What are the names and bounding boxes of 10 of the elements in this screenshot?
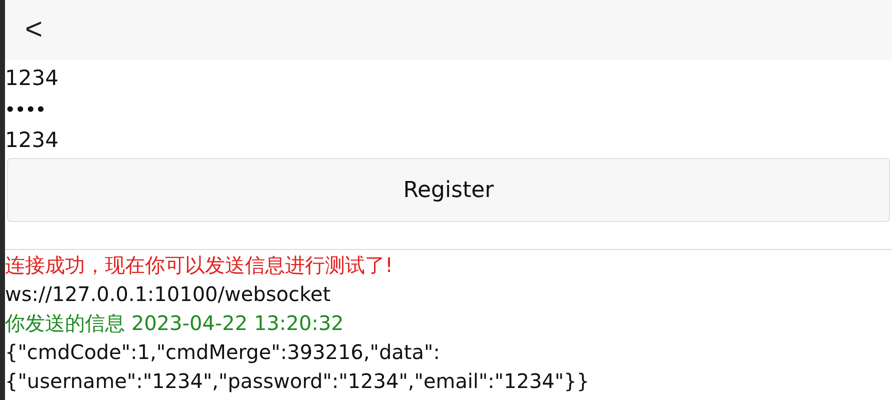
log-line: 你发送的信息 2023-04-22 13:20:32 <box>5 310 345 337</box>
text-field[interactable]: 1234 <box>5 63 892 94</box>
back-button[interactable]: < <box>25 15 43 45</box>
log-line: {"cmdCode":1,"cmdMerge":393216,"data": <box>5 339 441 366</box>
password-field[interactable]: •••• <box>5 94 892 125</box>
log-line: {"username":"1234","password":"1234","email":"1234"}} <box>5 368 590 395</box>
text-field[interactable]: 1234 <box>5 125 892 156</box>
log-line: ws://127.0.0.1:10100/websocket <box>5 281 332 308</box>
register-button[interactable]: Register <box>7 158 890 222</box>
log-line: 连接成功，现在你可以发送信息进行测试了! <box>5 252 394 279</box>
